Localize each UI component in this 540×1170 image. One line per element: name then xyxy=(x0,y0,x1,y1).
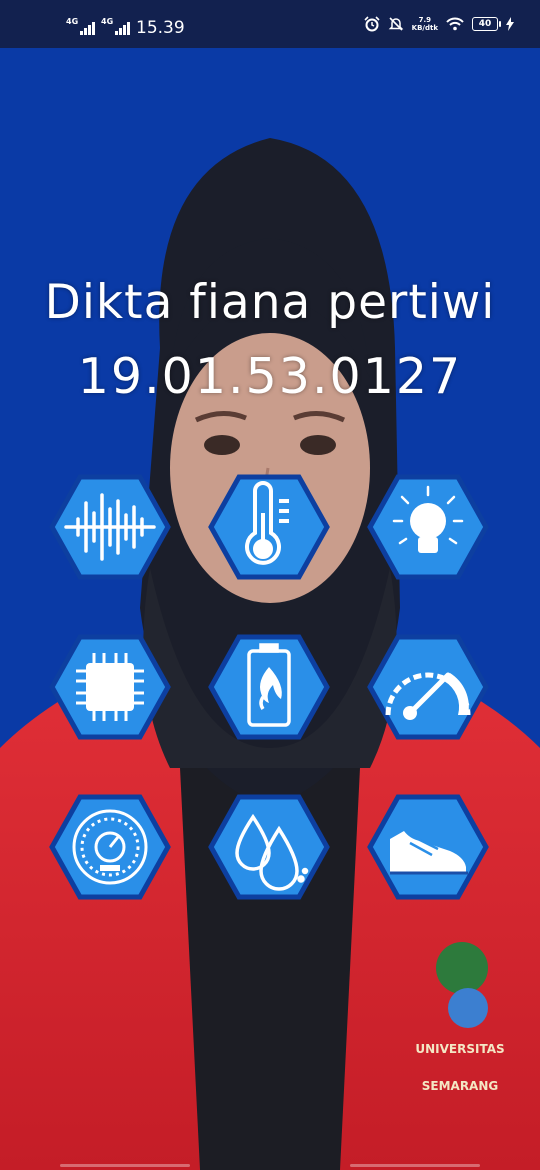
nav-indicator-right xyxy=(350,1164,480,1167)
battery-icon: 40 xyxy=(472,17,501,31)
charging-icon xyxy=(506,17,514,31)
humidity-sensor-button[interactable] xyxy=(207,793,331,901)
status-bar: 4G 4G 15.39 7.9 KB/dtk 40 xyxy=(0,0,540,48)
nav-indicator-left xyxy=(60,1164,190,1167)
status-right: 7.9 KB/dtk 40 xyxy=(364,16,514,32)
signal-icon-2: 4G xyxy=(101,17,130,35)
clock: 15.39 xyxy=(136,18,185,38)
net-speed: 7.9 KB/dtk xyxy=(412,16,438,32)
alarm-icon xyxy=(364,16,380,32)
profile-photo: UNIVERSITAS SEMARANG xyxy=(0,138,540,1170)
sound-sensor-button[interactable] xyxy=(48,473,172,581)
step-counter-button[interactable] xyxy=(366,793,490,901)
svg-text:SEMARANG: SEMARANG xyxy=(422,1079,499,1093)
mute-bell-icon xyxy=(388,17,403,31)
network-type-1: 4G xyxy=(66,17,79,26)
svg-text:UNIVERSITAS: UNIVERSITAS xyxy=(415,1042,504,1056)
light-sensor-button[interactable] xyxy=(366,473,490,581)
navigation-bar xyxy=(60,1164,480,1168)
student-name: Dikta fiana pertiwi xyxy=(44,275,496,330)
battery-temperature-button[interactable] xyxy=(207,633,331,741)
net-speed-value: 7.9 xyxy=(418,16,432,24)
processor-sensor-button[interactable] xyxy=(48,633,172,741)
temperature-sensor-button[interactable] xyxy=(207,473,331,581)
net-speed-unit: KB/dtk xyxy=(411,24,438,32)
network-type-2: 4G xyxy=(101,17,114,26)
signal-icon: 4G xyxy=(66,17,95,35)
speed-sensor-button[interactable] xyxy=(366,633,490,741)
profile-photo-background: UNIVERSITAS SEMARANG Dikta fiana pertiwi… xyxy=(0,48,540,1170)
pressure-sensor-button[interactable] xyxy=(48,793,172,901)
status-left: 4G 4G 15.39 xyxy=(66,17,185,38)
student-nim: 19.01.53.0127 xyxy=(77,348,463,405)
wifi-icon xyxy=(446,17,464,31)
